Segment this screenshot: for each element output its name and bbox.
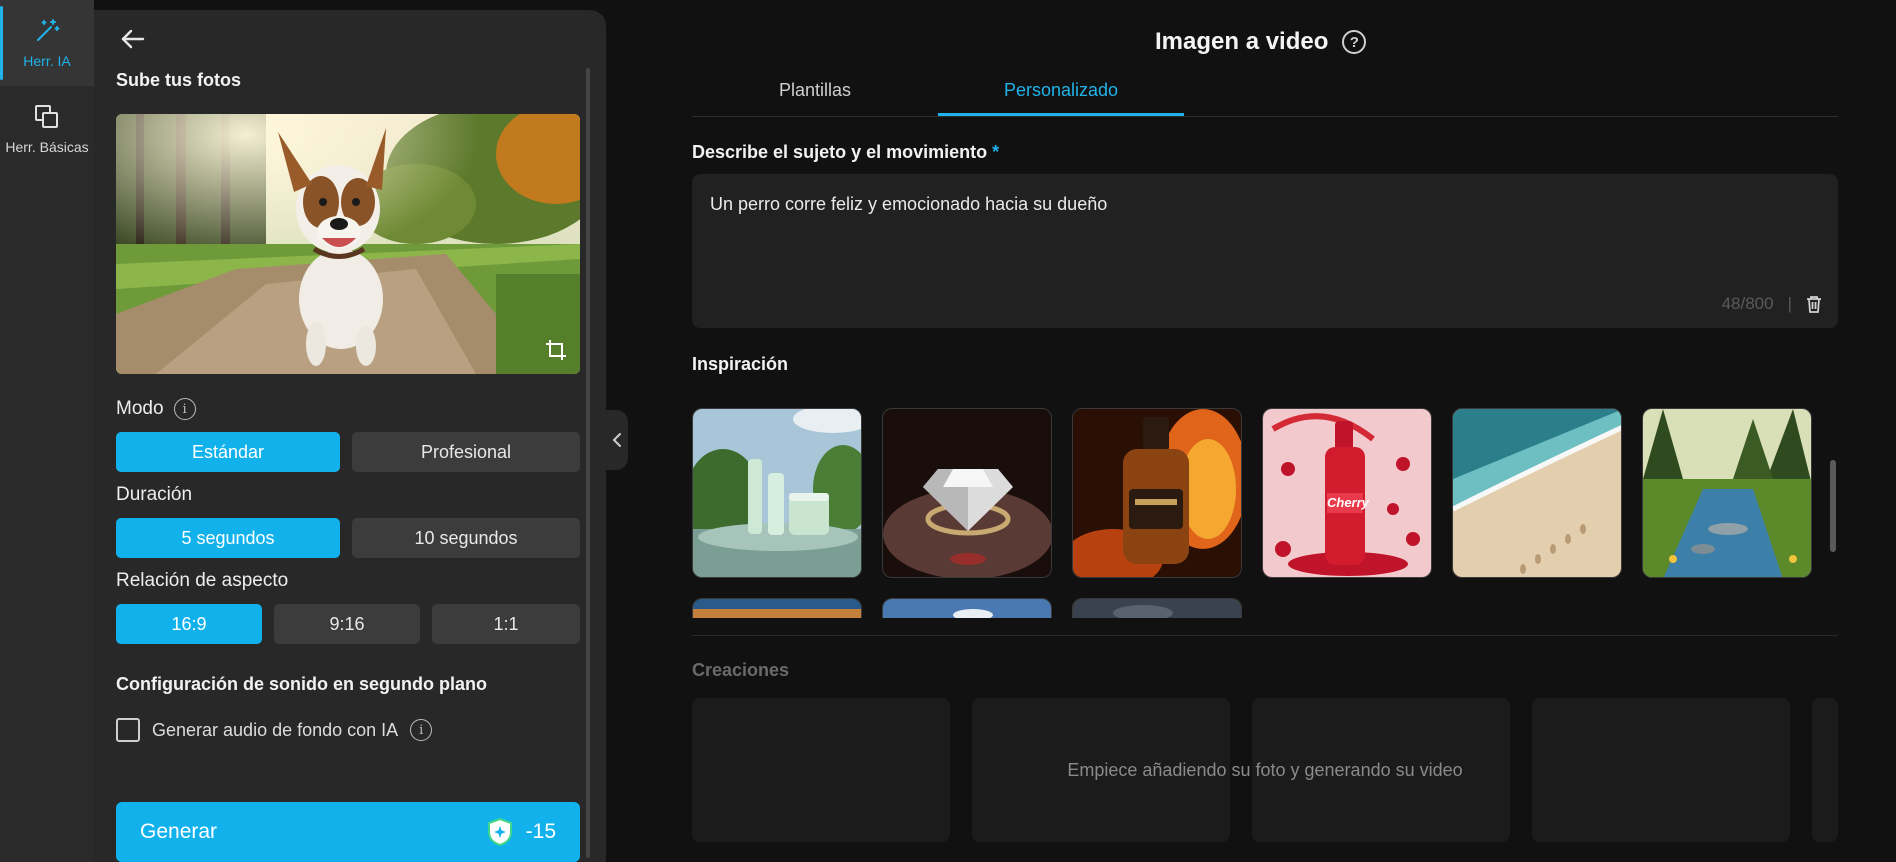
layers-icon: [35, 105, 58, 128]
mode-professional-button[interactable]: Profesional: [352, 432, 580, 472]
inspiration-label: Inspiración: [692, 354, 789, 374]
active-tab-indicator: [938, 113, 1184, 116]
creations-label: Creaciones: [692, 660, 790, 680]
duration-5s-button[interactable]: 5 segundos: [116, 518, 340, 558]
mode-label-row: Modo i: [116, 398, 196, 420]
inspiration-forest-river[interactable]: [1642, 408, 1812, 578]
upload-title: Sube tus fotos: [116, 70, 241, 90]
trash-icon[interactable]: [1806, 295, 1822, 313]
prompt-textarea[interactable]: Un perro corre feliz y emocionado hacia …: [692, 174, 1838, 328]
rail-item-ai-tools[interactable]: Herr. IA: [0, 0, 94, 86]
crop-icon[interactable]: [544, 338, 568, 362]
page-title: Imagen a video: [1155, 28, 1329, 55]
settings-panel: Sube tus fotos Modo i Estándar Profesion…: [94, 10, 606, 862]
inspiration-cherry-soda[interactable]: Cherry: [1262, 408, 1432, 578]
whiskey-fire-image: [1073, 409, 1241, 577]
mode-standard-button[interactable]: Estándar: [116, 432, 340, 472]
prompt-text: Un perro corre feliz y emocionado hacia …: [710, 194, 1108, 214]
panel-scrollbar[interactable]: [586, 68, 590, 858]
credit-shield-icon: [487, 817, 512, 847]
inspiration-beach[interactable]: [1452, 408, 1622, 578]
mode-info-icon[interactable]: i: [173, 398, 196, 420]
credit-cost-value: -15: [525, 820, 556, 843]
diamond-ring-image: [883, 409, 1051, 577]
beach-image: [1453, 409, 1621, 577]
char-counter: 48/800: [1721, 294, 1774, 313]
tool-rail: Herr. IA Herr. Básicas: [0, 0, 94, 862]
cherry-bottle-label: Cherry: [1327, 495, 1369, 510]
dog-photo-image: [116, 114, 580, 374]
generate-label: Generar: [140, 820, 218, 843]
bg-audio-row: Generar audio de fondo con IA i: [116, 718, 433, 742]
aspect-label: Relación de aspecto: [116, 570, 289, 591]
rail-label-ai-tools: Herr. IA: [23, 53, 71, 69]
tab-templates[interactable]: Plantillas: [692, 80, 938, 101]
counter-separator: |: [1787, 294, 1792, 313]
row2-image-2: [883, 599, 1051, 618]
credit-cost: -15: [486, 817, 556, 847]
duration-10s-button[interactable]: 10 segundos: [352, 518, 580, 558]
required-mark: *: [992, 142, 1000, 162]
creations-empty-message: Empiece añadiendo su foto y generando su…: [1067, 760, 1463, 780]
magic-wand-icon: [37, 19, 60, 41]
inspiration-cosmetics[interactable]: [692, 408, 862, 578]
inspiration-row2-1[interactable]: [692, 598, 862, 618]
inspiration-row2-2[interactable]: [882, 598, 1052, 618]
inspiration-whiskey-fire[interactable]: [1072, 408, 1242, 578]
rail-label-basic-tools: Herr. Básicas: [5, 139, 89, 155]
back-arrow-icon[interactable]: [118, 24, 148, 54]
bg-audio-info-icon[interactable]: i: [410, 719, 433, 741]
chevron-left-icon: [612, 433, 621, 447]
duration-label: Duración: [116, 484, 193, 505]
rail-item-basic-tools[interactable]: Herr. Básicas: [0, 86, 94, 172]
inspiration-row2-3[interactable]: [1072, 598, 1242, 618]
aspect-9-16-button[interactable]: 9:16: [274, 604, 420, 644]
bg-audio-label: Generar audio de fondo con IA: [152, 719, 399, 740]
tab-custom[interactable]: Personalizado: [938, 80, 1184, 101]
page-title-row: Imagen a video ?: [1155, 28, 1367, 56]
help-icon[interactable]: ?: [1342, 30, 1367, 54]
row2-image-3: [1073, 599, 1241, 618]
aspect-1-1-button[interactable]: 1:1: [432, 604, 580, 644]
tabs-divider: [692, 116, 1838, 117]
cosmetics-image: [693, 409, 861, 577]
sound-settings-title: Configuración de sonido en segundo plano: [116, 674, 487, 694]
section-divider: [692, 635, 1838, 636]
prompt-label: Describe el sujeto y el movimiento: [692, 142, 988, 162]
uploaded-photo[interactable]: [116, 114, 580, 374]
bg-audio-checkbox[interactable]: [116, 718, 140, 742]
prompt-label-row: Describe el sujeto y el movimiento *: [692, 142, 999, 163]
cherry-soda-image: [1263, 409, 1431, 577]
prompt-counter-row: 48/800 |: [1722, 294, 1822, 314]
generate-button[interactable]: Generar -15: [116, 802, 580, 862]
row2-image-1: [693, 599, 861, 618]
forest-river-image: [1643, 409, 1811, 577]
inspiration-diamond-ring[interactable]: [882, 408, 1052, 578]
inspiration-scrollbar[interactable]: [1830, 460, 1836, 552]
aspect-16-9-button[interactable]: 16:9: [116, 604, 262, 644]
mode-label: Modo: [116, 398, 164, 419]
collapse-panel-button[interactable]: [606, 410, 628, 470]
